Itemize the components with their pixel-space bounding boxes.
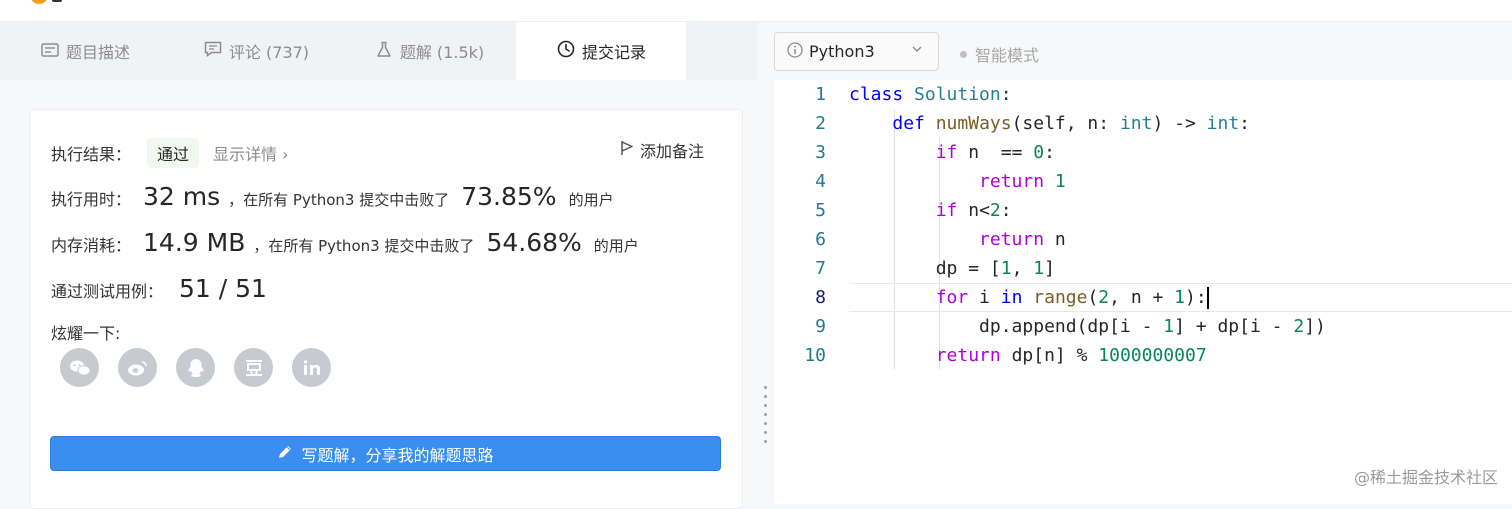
code-line: 1 class Solution: (774, 80, 1512, 109)
code-text: def numWays(self, n: int) -> int: (892, 113, 1251, 134)
share-icons (60, 348, 331, 387)
code-line: 6 return n (774, 225, 1512, 254)
code-line: 5 if n<2: (774, 196, 1512, 225)
code-text: class Solution: (849, 84, 1012, 105)
drag-handle-icon[interactable] (764, 386, 768, 443)
tab-label: 评论 (737) (228, 43, 310, 62)
tests-row: 通过测试用例： 51 / 51 (51, 274, 275, 303)
status-label: 执行结果： (51, 145, 132, 164)
add-note-label: 添加备注 (639, 142, 704, 161)
runtime-row: 执行用时： 32 ms ，在所有 Python3 提交中击败了 73.85% 的… (51, 182, 614, 211)
flask-icon (374, 41, 394, 62)
code-text: if n<2: (935, 200, 1012, 221)
line-number: 9 (815, 316, 826, 337)
left-pane: 题目描述 评论 (737) 题解 (1.5k) 提交记录 执行结果： 通过 显示… (0, 22, 758, 509)
share-label: 炫耀一下: (51, 324, 121, 343)
watermark: @稀土掘金技术社区 (1353, 468, 1498, 487)
status-row: 执行结果： 通过 显示详情 › (51, 138, 289, 168)
code-line: 3 if n == 0: (774, 138, 1512, 167)
status-badge: 通过 (147, 138, 200, 168)
write-solution-label: 写题解，分享我的解题思路 (301, 445, 494, 465)
code-line: 7 dp = [1, 1] (774, 254, 1512, 283)
editor-toolbar: Python3 智能模式 (774, 22, 1512, 80)
tab-label: 提交记录 (581, 43, 646, 62)
tab-solutions[interactable]: 题解 (1.5k) (342, 22, 516, 80)
smart-mode-toggle[interactable]: 智能模式 (960, 42, 1039, 66)
memory-value: 14.9 MB (143, 228, 246, 257)
line-number: 10 (804, 345, 826, 366)
memory-percentile: 54.68% (486, 228, 582, 257)
language-select[interactable]: Python3 (774, 32, 939, 71)
tab-description[interactable]: 题目描述 (0, 22, 170, 80)
memory-suffix: 的用户 (593, 237, 639, 255)
line-number: 4 (815, 171, 826, 192)
line-number: 7 (815, 258, 826, 279)
tab-bar: 题目描述 评论 (737) 题解 (1.5k) 提交记录 (0, 22, 758, 80)
logo-mark (52, 0, 62, 2)
code-line: 4 return 1 (774, 167, 1512, 196)
runtime-label: 执行用时： (51, 190, 132, 209)
show-details-link[interactable]: 显示详情 › (213, 141, 289, 165)
line-number: 6 (815, 229, 826, 250)
code-text: dp.append(dp[i - 1] + dp[i - 2]) (849, 316, 1326, 337)
write-solution-button[interactable]: 写题解，分享我的解题思路 (50, 436, 721, 471)
memory-row: 内存消耗： 14.9 MB ，在所有 Python3 提交中击败了 54.68%… (51, 228, 639, 257)
editor-pane: Python3 智能模式 1 class Solution: 2 def num… (774, 22, 1512, 504)
smart-mode-label: 智能模式 (975, 46, 1040, 65)
qq-icon[interactable] (176, 348, 215, 387)
memory-label: 内存消耗： (51, 236, 132, 255)
code-text: if n == 0: (935, 142, 1055, 163)
code-line: 10 return dp[n] % 1000000007 (774, 341, 1512, 370)
clock-icon (556, 40, 576, 62)
runtime-percentile: 73.85% (461, 182, 557, 211)
code-text: return n (979, 229, 1066, 250)
tests-value: 51 / 51 (179, 274, 267, 303)
line-number: 3 (815, 142, 826, 163)
weibo-icon[interactable] (118, 348, 157, 387)
description-icon (40, 42, 60, 61)
tab-label: 题目描述 (65, 43, 130, 62)
code-text: for i in range(2, n + 1): (935, 286, 1209, 309)
code-text: return 1 (979, 171, 1066, 192)
chevron-down-icon (910, 42, 924, 60)
runtime-value: 32 ms (143, 182, 221, 211)
douban-icon[interactable] (234, 348, 273, 387)
top-strip (0, 0, 1512, 22)
line-number: 5 (815, 200, 826, 221)
runtime-text: ，在所有 Python3 提交中击败了 (228, 191, 450, 209)
flag-icon (620, 140, 634, 160)
add-note-button[interactable]: 添加备注 (620, 138, 704, 162)
logo-icon[interactable] (30, 0, 48, 4)
linkedin-icon[interactable] (292, 348, 331, 387)
tests-label: 通过测试用例： (51, 282, 164, 301)
comment-icon (203, 41, 223, 61)
text-cursor (1206, 286, 1209, 309)
code-line-current: 8 for i in range(2, n + 1): (774, 283, 1512, 312)
language-label: Python3 (809, 42, 875, 61)
tab-comments[interactable]: 评论 (737) (170, 22, 342, 80)
runtime-suffix: 的用户 (568, 191, 614, 209)
code-editor[interactable]: 1 class Solution: 2 def numWays(self, n:… (774, 80, 1512, 504)
tab-submissions[interactable]: 提交记录 (516, 22, 686, 80)
pencil-icon (277, 444, 293, 464)
status-dot-icon (960, 50, 967, 58)
info-icon (787, 41, 803, 62)
line-number: 2 (815, 113, 826, 134)
wechat-icon[interactable] (60, 348, 99, 387)
code-line: 2 def numWays(self, n: int) -> int: (774, 109, 1512, 138)
code-line: 9 dp.append(dp[i - 1] + dp[i - 2]) (774, 312, 1512, 341)
line-number: 1 (815, 84, 826, 105)
code-text: dp = [1, 1] (849, 258, 1055, 279)
share-row: 炫耀一下: (51, 320, 120, 344)
tab-label: 题解 (1.5k) (399, 43, 485, 62)
code-text: return dp[n] % 1000000007 (935, 345, 1207, 366)
line-number: 8 (815, 287, 826, 308)
memory-text: ，在所有 Python3 提交中击败了 (253, 237, 475, 255)
submission-result-card: 执行结果： 通过 显示详情 › 添加备注 执行用时： 32 ms ，在所有 Py… (29, 109, 743, 509)
